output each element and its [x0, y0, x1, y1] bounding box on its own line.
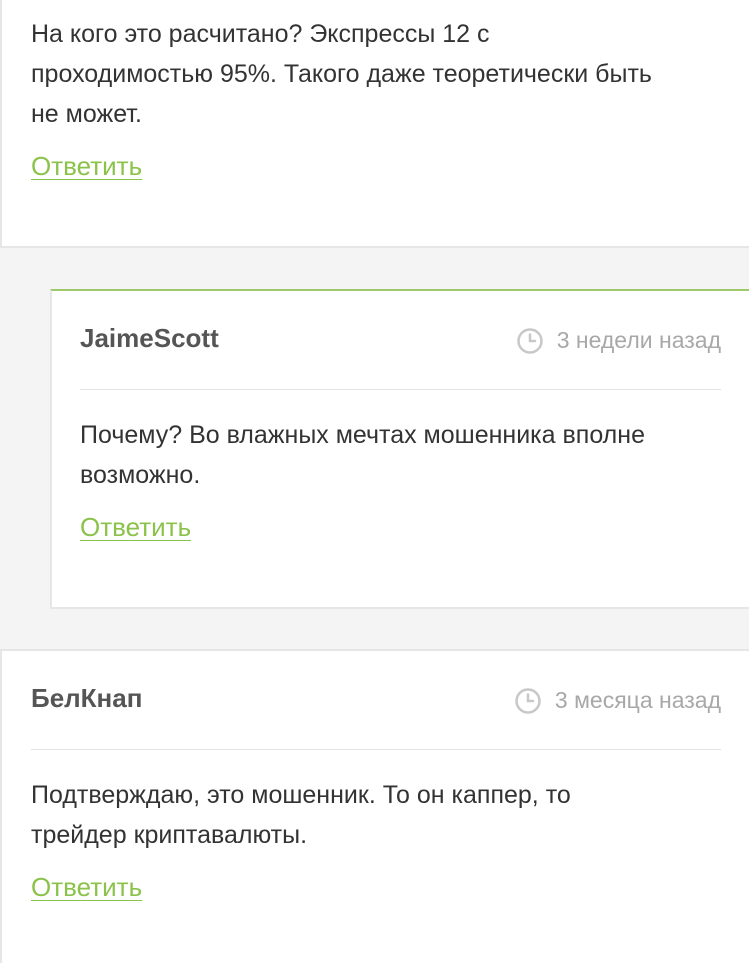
comment-text: Подтверждаю, это мошенник. То он каппер,… — [31, 775, 571, 855]
comment-text-line: Подтверждаю, это мошенник. То он каппер,… — [31, 781, 571, 809]
comment-text: На кого это расчитано? Экспрессы 12 с пр… — [31, 14, 652, 134]
comment-card: На кого это расчитано? Экспрессы 12 с пр… — [0, 0, 749, 248]
reply-link[interactable]: Ответить — [31, 151, 142, 182]
clock-icon — [516, 327, 543, 354]
divider — [31, 749, 721, 750]
comment-meta: 3 недели назад — [516, 327, 721, 354]
comment-author: БелКнап — [31, 683, 143, 713]
comment-text-line: возможно. — [80, 461, 201, 489]
comment-meta: 3 месяца назад — [515, 687, 721, 714]
clock-icon — [515, 687, 541, 714]
comment-text-line: трейдер криптавалюты. — [31, 821, 308, 849]
reply-link[interactable]: Ответить — [80, 512, 191, 543]
comment-text-line: Почему? Во влажных мечтах мошенника впол… — [80, 421, 645, 449]
comment-text-line: На кого это расчитано? Экспрессы 12 с — [31, 20, 490, 48]
comment-card: БелКнап 3 месяца назад Подтверждаю, это … — [0, 649, 749, 963]
comment-time: 3 месяца назад — [554, 687, 721, 713]
comment-text: Почему? Во влажных мечтах мошенника впол… — [80, 415, 645, 495]
comment-text-line: проходимостью 95%. Такого даже теоретиче… — [31, 60, 652, 88]
comment-text-line: не может. — [31, 100, 142, 128]
reply-link[interactable]: Ответить — [31, 872, 142, 903]
comment-time: 3 недели назад — [556, 327, 721, 353]
reply-comment-card: JaimeScott 3 недели назад Почему? Во вла… — [50, 289, 749, 609]
comment-author: JaimeScott — [80, 323, 219, 353]
divider — [80, 389, 721, 390]
